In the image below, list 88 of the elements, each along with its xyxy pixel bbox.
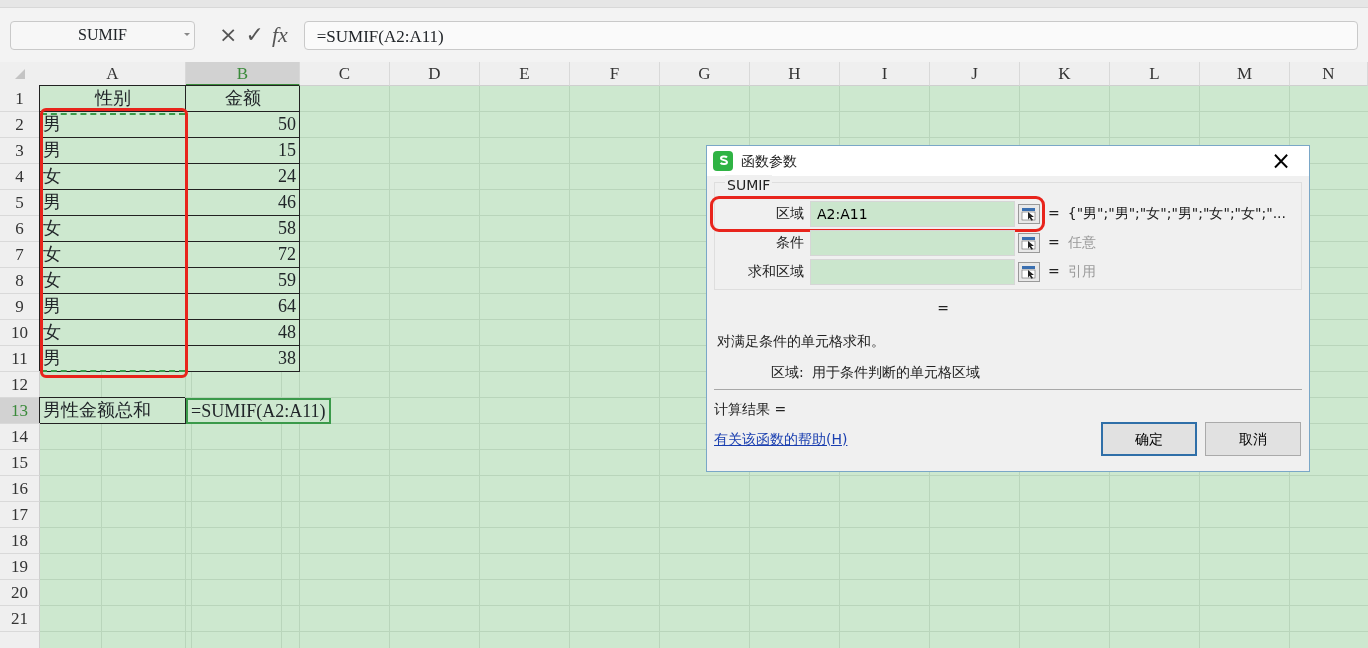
argument-label: 求和区域 <box>747 262 805 281</box>
argument-help: 用于条件判断的单元格区域 <box>811 363 980 382</box>
equals-sign: = <box>1047 233 1061 252</box>
insert-function-button[interactable]: fx <box>271 24 288 46</box>
row-header[interactable]: 12 <box>0 372 40 398</box>
argument-field[interactable] <box>810 229 1015 256</box>
app-icon <box>713 151 733 171</box>
row-header[interactable]: 11 <box>0 346 40 372</box>
row-header[interactable]: 7 <box>0 242 40 268</box>
row-header[interactable]: 6 <box>0 216 40 242</box>
argument-help-label: 区域: <box>771 363 804 382</box>
row-header[interactable]: 14 <box>0 424 40 450</box>
column-header[interactable]: N <box>1290 62 1368 86</box>
row-header[interactable]: 2 <box>0 112 40 138</box>
help-link[interactable]: 有关该函数的帮助(H) <box>714 428 1101 450</box>
ok-button[interactable]: 确定 <box>1101 422 1197 456</box>
table-cell[interactable]: 男 <box>40 294 186 320</box>
argument-result: 任意 <box>1067 233 1096 252</box>
row-header[interactable]: 9 <box>0 294 40 320</box>
table-cell[interactable]: 64 <box>186 294 300 320</box>
table-cell[interactable]: 男 <box>40 138 186 164</box>
row-header[interactable]: 4 <box>0 164 40 190</box>
table-cell[interactable]: 男 <box>40 190 186 216</box>
table-cell[interactable]: 15 <box>186 138 300 164</box>
table-cell[interactable]: 女 <box>40 164 186 190</box>
equals-sign: = <box>1047 204 1061 223</box>
table-cell[interactable]: 48 <box>186 320 300 346</box>
table-cell[interactable]: 46 <box>186 190 300 216</box>
cancel-button[interactable]: 取消 <box>1205 422 1301 456</box>
table-cell[interactable]: 58 <box>186 216 300 242</box>
row-header[interactable]: 16 <box>0 476 40 502</box>
argument-result: {"男";"男";"女";"男";"女";"女";"... <box>1067 204 1286 223</box>
table-cell[interactable]: 24 <box>186 164 300 190</box>
column-header[interactable]: L <box>1110 62 1200 86</box>
row-header[interactable]: 15 <box>0 450 40 476</box>
formula-field[interactable]: =SUMIF(A2:A11) <box>303 20 1358 50</box>
argument-label: 区域 <box>775 204 805 223</box>
column-header[interactable]: E <box>480 62 570 86</box>
close-button[interactable]: × <box>1258 149 1303 173</box>
argument-result: 引用 <box>1067 262 1096 281</box>
table-cell[interactable]: 男性金额总和 <box>40 398 186 424</box>
row-header[interactable]: 3 <box>0 138 40 164</box>
range-picker-icon[interactable] <box>1018 232 1040 253</box>
column-header[interactable]: K <box>1020 62 1110 86</box>
row-header[interactable]: 20 <box>0 580 40 606</box>
table-cell[interactable]: 女 <box>40 216 186 242</box>
range-picker-icon[interactable] <box>1018 203 1040 224</box>
column-header[interactable]: F <box>570 62 660 86</box>
dialog-title: 函数参数 <box>741 151 798 171</box>
row-header[interactable]: 10 <box>0 320 40 346</box>
function-result: = <box>937 299 949 318</box>
argument-field[interactable]: A2:A11 <box>810 200 1015 227</box>
table-cell[interactable]: 女 <box>40 268 186 294</box>
table-cell[interactable]: 男 <box>40 112 186 138</box>
column-header[interactable]: G <box>660 62 750 86</box>
enter-button[interactable]: ✓ <box>245 24 264 46</box>
table-cell[interactable]: 女 <box>40 242 186 268</box>
description: 对满足条件的单元格求和。 <box>717 332 886 351</box>
column-header[interactable]: J <box>930 62 1020 86</box>
column-header[interactable]: C <box>300 62 390 86</box>
row-header[interactable]: 1 <box>0 86 40 112</box>
table-cell[interactable]: 38 <box>186 346 300 372</box>
column-header[interactable]: I <box>840 62 930 86</box>
name-box-text: SUMIF <box>78 25 127 45</box>
table-cell[interactable]: 女 <box>40 320 186 346</box>
row-header[interactable]: 8 <box>0 268 40 294</box>
row-header[interactable]: 21 <box>0 606 40 632</box>
range-picker-icon[interactable] <box>1018 261 1040 282</box>
name-box[interactable]: SUMIF <box>10 20 195 50</box>
calculation-result: 计算结果 = <box>714 400 788 419</box>
column-header[interactable]: D <box>390 62 480 86</box>
column-header[interactable]: A <box>40 62 186 86</box>
argument-label: 条件 <box>775 233 805 252</box>
row-header[interactable]: 18 <box>0 528 40 554</box>
selected-cell[interactable]: =SUMIF(A2:A11) <box>186 398 331 424</box>
caret-icon[interactable] <box>184 32 190 36</box>
table-cell[interactable]: 金额 <box>186 86 300 112</box>
argument-field[interactable] <box>810 258 1015 285</box>
table-cell[interactable]: 59 <box>186 268 300 294</box>
table-cell[interactable]: 50 <box>186 112 300 138</box>
cancel-button[interactable]: × <box>219 24 238 46</box>
row-header[interactable]: 19 <box>0 554 40 580</box>
column-header[interactable]: H <box>750 62 840 86</box>
row-header[interactable]: 17 <box>0 502 40 528</box>
equals-sign: = <box>1047 262 1061 281</box>
row-header[interactable]: 5 <box>0 190 40 216</box>
column-header[interactable]: M <box>1200 62 1290 86</box>
table-cell[interactable]: 72 <box>186 242 300 268</box>
